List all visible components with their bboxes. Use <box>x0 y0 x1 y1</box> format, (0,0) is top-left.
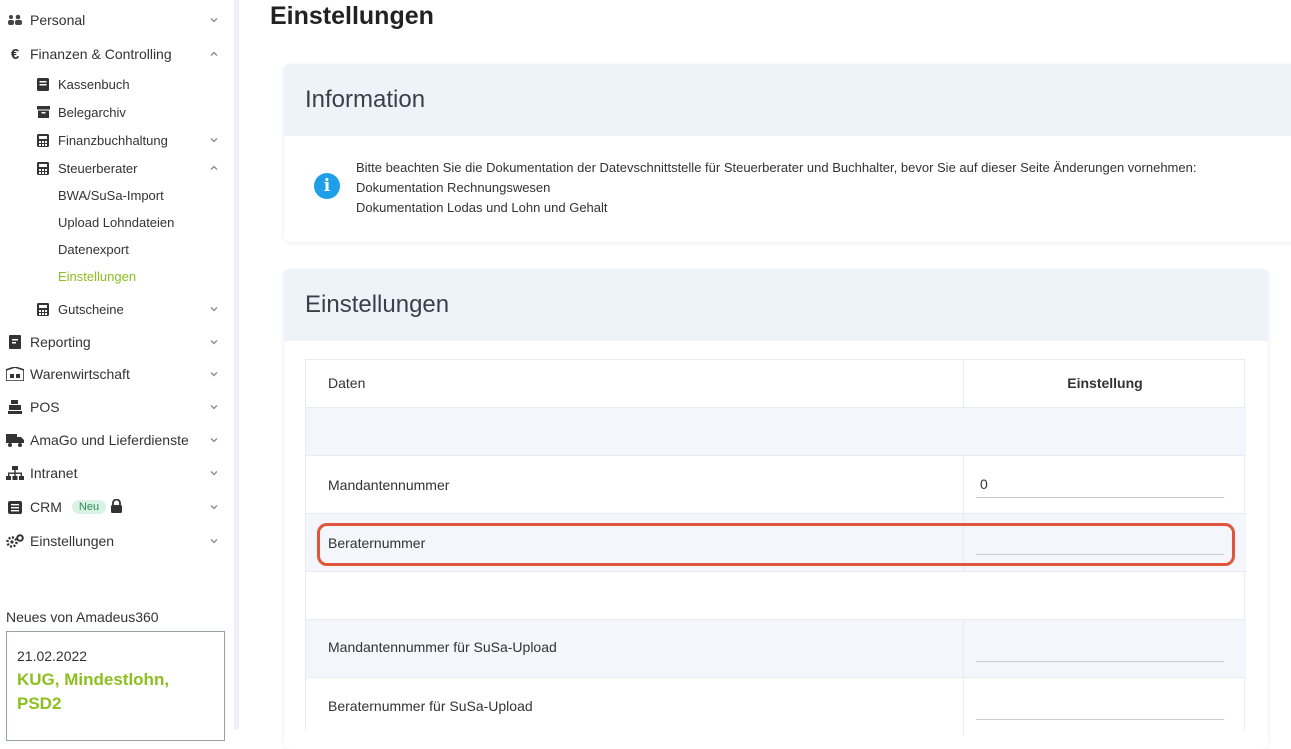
nav-reporting[interactable]: Reporting <box>6 330 226 354</box>
nav-intranet-label: Intranet <box>30 465 78 481</box>
sitemap-icon <box>6 466 24 480</box>
nav-personal[interactable]: Personal <box>6 8 226 32</box>
nav-reporting-label: Reporting <box>30 334 91 350</box>
nav-warenwirtschaft-label: Warenwirtschaft <box>30 366 130 382</box>
truck-icon <box>6 433 24 447</box>
news-headline[interactable]: KUG, Mindestlohn, PSD2 <box>17 668 214 716</box>
chevron-down-icon <box>210 505 218 510</box>
calculator-icon <box>36 302 50 316</box>
nav-crm-label: CRM <box>30 499 62 515</box>
cell-mandantennummer-susa <box>963 620 1246 677</box>
mandantennummer-input[interactable] <box>976 470 1224 498</box>
nav-belegarchiv-label: Belegarchiv <box>58 104 126 120</box>
news-card[interactable]: 21.02.2022 KUG, Mindestlohn, PSD2 <box>6 631 225 741</box>
chevron-down-icon <box>210 539 218 544</box>
link-dokumentation-rechnungswesen[interactable]: Dokumentation Rechnungswesen <box>356 178 1291 198</box>
link-dokumentation-lodas[interactable]: Dokumentation Lodas und Lohn und Gehalt <box>356 198 1291 218</box>
users-icon <box>6 13 24 27</box>
nav-upload-lohndateien[interactable]: Upload Lohndateien <box>58 215 174 230</box>
gears-icon <box>6 534 24 548</box>
information-card: Information Bitte beachten Sie die Dokum… <box>284 64 1291 242</box>
nav-belegarchiv[interactable]: Belegarchiv <box>36 101 226 123</box>
settings-card-title: Einstellungen <box>284 269 1268 341</box>
nav-steuerberater[interactable]: Steuerberater <box>36 157 226 179</box>
book-icon <box>36 77 50 91</box>
nav-finanzbuchhaltung[interactable]: Finanzbuchhaltung <box>36 129 226 151</box>
label-mandantennummer-susa: Mandantennummer für SuSa-Upload <box>328 639 557 655</box>
address-card-icon <box>6 500 24 514</box>
nav-einstellungen-steuerberater[interactable]: Einstellungen <box>58 269 136 284</box>
information-text: Bitte beachten Sie die Dokumentation der… <box>356 160 1197 175</box>
sidebar-divider <box>234 0 239 730</box>
chevron-down-icon <box>210 372 218 377</box>
chevron-down-icon <box>210 138 218 143</box>
chevron-down-icon <box>210 340 218 345</box>
calculator-icon <box>36 133 50 147</box>
information-card-title: Information <box>284 64 1291 136</box>
new-badge: Neu <box>71 500 107 514</box>
chevron-down-icon <box>210 307 218 312</box>
chevron-down-icon <box>210 405 218 410</box>
report-icon <box>6 335 24 349</box>
nav-finanzbuchhaltung-label: Finanzbuchhaltung <box>58 132 168 148</box>
nav-kassenbuch[interactable]: Kassenbuch <box>36 73 226 95</box>
euro-icon: € <box>10 45 20 63</box>
column-header-daten: Daten <box>328 375 366 391</box>
nav-warenwirtschaft[interactable]: Warenwirtschaft <box>6 362 226 386</box>
nav-pos[interactable]: POS <box>6 395 226 419</box>
archive-icon <box>36 105 50 119</box>
nav-einstellungen[interactable]: Einstellungen <box>6 529 226 553</box>
nav-pos-label: POS <box>30 399 60 415</box>
nav-crm[interactable]: CRM Neu <box>6 495 226 519</box>
chevron-down-icon <box>210 471 218 476</box>
table-header-row: Daten Einstellung <box>306 359 1246 407</box>
cell-mandantennummer <box>963 456 1246 513</box>
nav-bwa-susa-import[interactable]: BWA/SuSa-Import <box>58 188 164 203</box>
nav-datenexport[interactable]: Datenexport <box>58 242 129 257</box>
warehouse-icon <box>6 367 24 381</box>
table-spacer-row <box>306 407 1246 455</box>
news-section-title: Neues von Amadeus360 <box>6 609 159 625</box>
table-row-beraternummer-susa: Beraternummer für SuSa-Upload <box>306 677 1246 735</box>
chevron-up-icon <box>210 51 218 56</box>
nav-personal-label: Personal <box>30 12 86 28</box>
nav-amago[interactable]: AmaGo und Lieferdienste <box>6 428 226 452</box>
column-header-einstellung: Einstellung <box>1067 375 1143 391</box>
nav-gutscheine[interactable]: Gutscheine <box>36 298 226 320</box>
page-title: Einstellungen <box>270 2 434 30</box>
chevron-up-icon <box>210 165 218 170</box>
nav-amago-label: AmaGo und Lieferdienste <box>30 432 189 448</box>
table-row-mandantennummer-susa: Mandantennummer für SuSa-Upload <box>306 619 1246 677</box>
label-beraternummer-susa: Beraternummer für SuSa-Upload <box>328 698 533 714</box>
beraternummer-susa-input[interactable] <box>976 692 1224 720</box>
nav-kassenbuch-label: Kassenbuch <box>58 76 130 92</box>
nav-gutscheine-label: Gutscheine <box>58 301 124 317</box>
news-date: 21.02.2022 <box>17 648 88 664</box>
label-mandantennummer: Mandantennummer <box>328 477 450 493</box>
table-row-mandantennummer: Mandantennummer <box>306 455 1246 513</box>
cash-register-icon <box>6 400 24 414</box>
nav-finanzen-label: Finanzen & Controlling <box>30 46 172 62</box>
mandantennummer-susa-input[interactable] <box>976 634 1224 662</box>
cell-beraternummer-susa <box>963 678 1246 735</box>
chevron-down-icon <box>210 438 218 443</box>
information-body: Bitte beachten Sie die Dokumentation der… <box>284 136 1291 218</box>
sidebar: Personal € Finanzen & Controlling Kassen… <box>0 0 234 741</box>
nav-finanzen[interactable]: € Finanzen & Controlling <box>6 42 226 66</box>
info-icon: i <box>314 173 340 199</box>
highlight-box <box>317 523 1235 566</box>
nav-einstellungen-label: Einstellungen <box>30 533 115 549</box>
calculator-icon <box>36 161 50 175</box>
nav-steuerberater-label: Steuerberater <box>58 160 138 176</box>
nav-intranet[interactable]: Intranet <box>6 461 226 485</box>
column-header-cell: Einstellung <box>963 360 1246 407</box>
lock-icon <box>110 498 123 516</box>
chevron-down-icon <box>210 18 218 23</box>
table-spacer-row <box>306 571 1246 619</box>
